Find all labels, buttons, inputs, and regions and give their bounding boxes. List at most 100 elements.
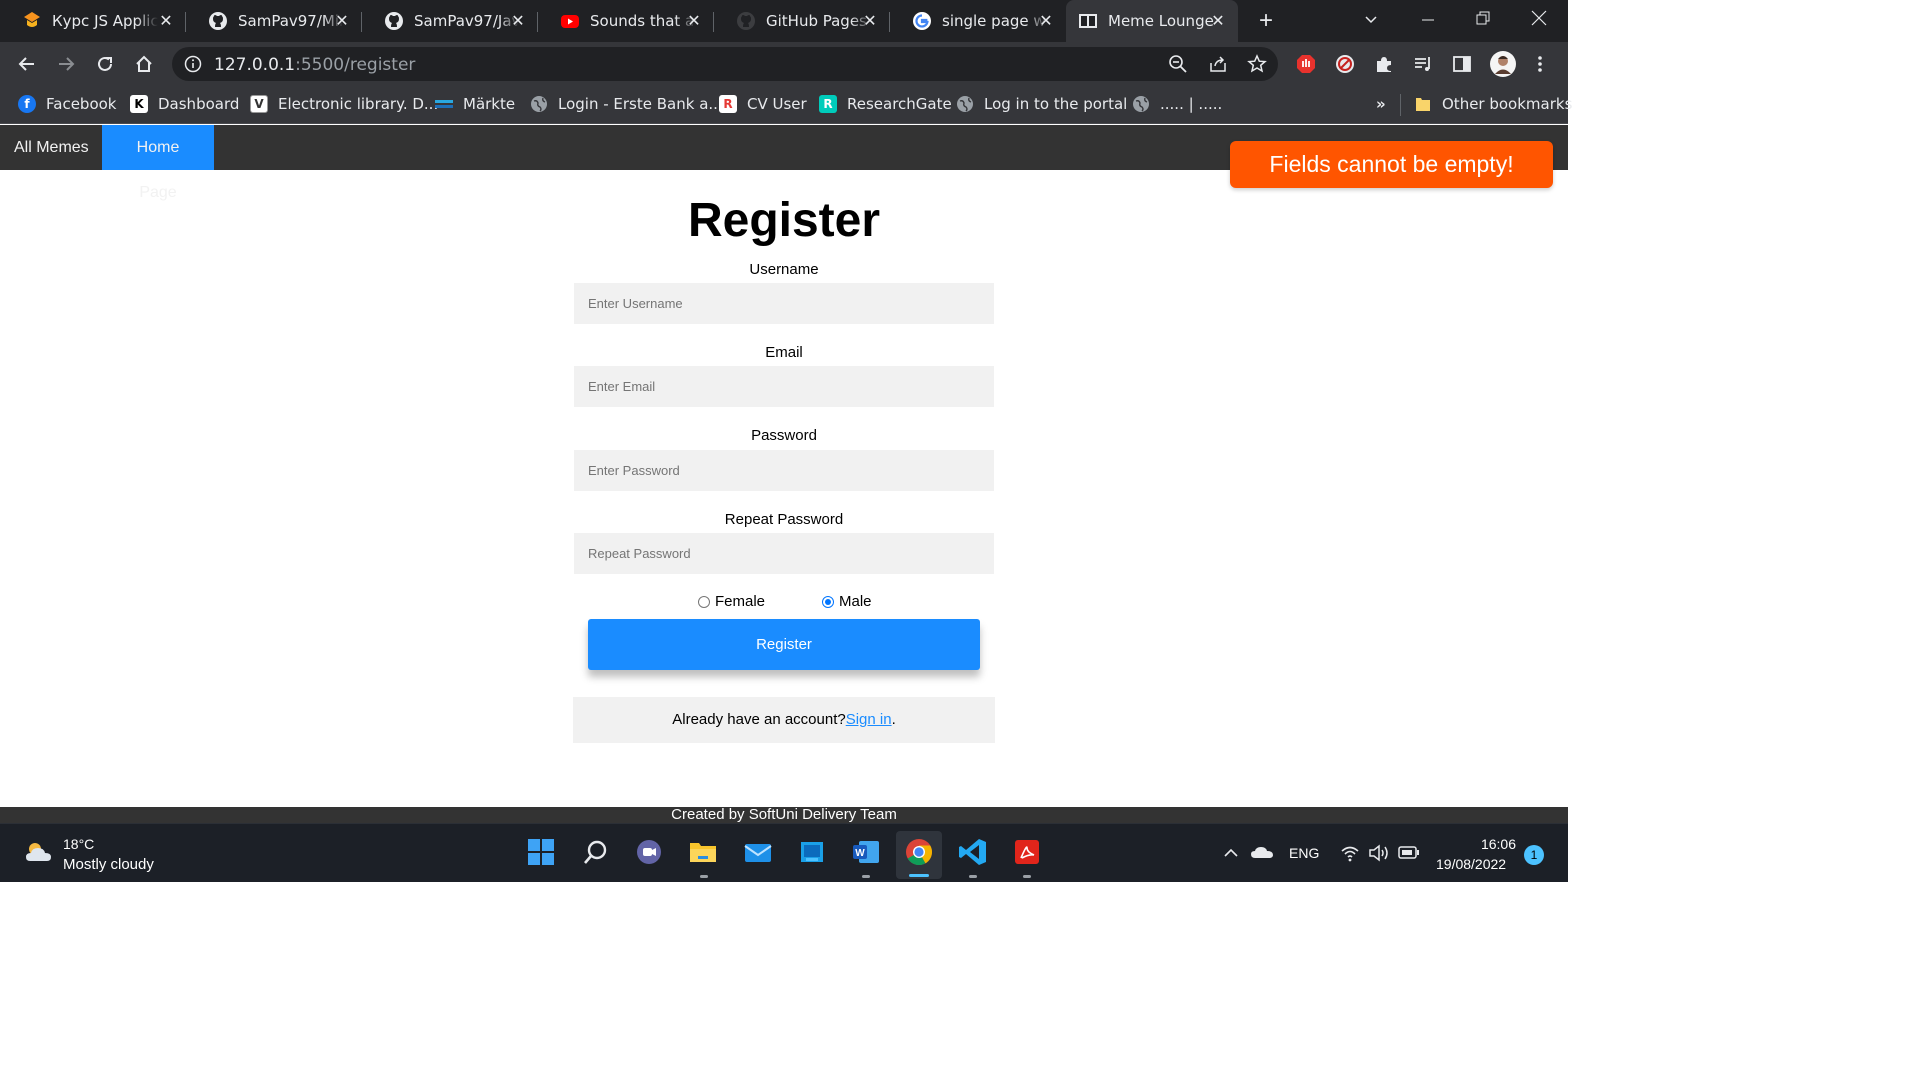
tab-search-icon[interactable]: [1361, 10, 1381, 30]
close-icon[interactable]: ✕: [1036, 11, 1056, 31]
browser-tab-active[interactable]: Meme Lounge ✕: [1066, 0, 1238, 42]
teams-chat-icon[interactable]: [633, 836, 665, 868]
browser-tab[interactable]: Sounds that at ✕: [538, 0, 714, 42]
tab-title: SamPav97/Java: [414, 12, 520, 30]
male-radio[interactable]: [822, 595, 834, 608]
bookmarks-overflow-button[interactable]: »: [1376, 93, 1386, 115]
minimize-icon[interactable]: [1418, 10, 1438, 30]
bookmark-facebook[interactable]: f Facebook: [18, 93, 116, 115]
gender-female-option[interactable]: Female: [698, 593, 765, 610]
bookmark-electronic-library[interactable]: V Electronic library. D...: [250, 93, 438, 115]
cloud-weather-icon[interactable]: [24, 839, 54, 865]
new-tab-icon[interactable]: +: [1254, 9, 1278, 33]
zoom-icon[interactable]: [1168, 54, 1188, 74]
word-icon[interactable]: W: [850, 836, 882, 868]
bookmark-dashboard[interactable]: K Dashboard: [130, 93, 239, 115]
bookmark-portal-login[interactable]: Log in to the portal: [956, 93, 1127, 115]
window-close-icon[interactable]: [1529, 8, 1549, 28]
weather-description[interactable]: Mostly cloudy: [63, 856, 154, 873]
bookmark-researchgate[interactable]: R ResearchGate: [819, 93, 952, 115]
email-label: Email: [765, 344, 803, 361]
back-icon[interactable]: [15, 52, 39, 76]
url-text[interactable]: 127.0.0.1:5500/register: [214, 55, 415, 75]
male-label: Male: [839, 593, 872, 610]
signin-prompt-text: Already have an account?: [672, 711, 846, 728]
password-input[interactable]: [574, 450, 994, 491]
username-label: Username: [749, 261, 819, 278]
menu-kebab-icon[interactable]: [1528, 52, 1552, 76]
bookmark-erste-login[interactable]: Login - Erste Bank a...: [530, 93, 723, 115]
chevron-up-icon[interactable]: [1222, 844, 1240, 862]
github-icon: [208, 11, 228, 31]
register-button[interactable]: Register: [588, 619, 980, 670]
error-notification[interactable]: Fields cannot be empty!: [1230, 141, 1553, 188]
onedrive-icon[interactable]: [1250, 842, 1274, 862]
page-title: Register: [687, 194, 881, 247]
username-input[interactable]: [574, 283, 994, 324]
globe-icon: [530, 95, 548, 113]
other-bookmarks[interactable]: Other bookmarks: [1414, 93, 1572, 115]
wifi-icon[interactable]: [1340, 843, 1360, 863]
bookmark-star-icon[interactable]: [1247, 54, 1267, 74]
k-icon: K: [130, 95, 148, 113]
battery-icon[interactable]: [1398, 845, 1420, 861]
reload-icon[interactable]: [93, 52, 117, 76]
privacy-extension-icon[interactable]: [1333, 52, 1357, 76]
mail-icon[interactable]: [742, 836, 774, 868]
forward-icon[interactable]: [54, 52, 78, 76]
browser-tab[interactable]: single page we ✕: [890, 0, 1066, 42]
clock-time[interactable]: 16:06: [1472, 836, 1516, 852]
share-icon[interactable]: [1208, 54, 1228, 74]
address-bar[interactable]: 127.0.0.1:5500/register: [172, 47, 1278, 81]
browser-tab-strip: Курс JS Applica ✕ SamPav97/Min ✕ SamPav9…: [0, 0, 1568, 42]
notification-badge[interactable]: 1: [1524, 845, 1544, 865]
close-icon[interactable]: ✕: [860, 11, 880, 31]
side-panel-icon[interactable]: [1450, 52, 1474, 76]
close-icon[interactable]: ✕: [332, 11, 352, 31]
close-icon[interactable]: ✕: [1208, 11, 1228, 31]
bookmark-cv-user[interactable]: R CV User: [719, 93, 807, 115]
password-label: Password: [751, 427, 817, 444]
bookmark-markte[interactable]: Märkte: [435, 93, 515, 115]
bookmark-dots[interactable]: ..... | .....: [1132, 93, 1222, 115]
restore-icon[interactable]: [1473, 8, 1493, 28]
extensions-icon[interactable]: [1372, 52, 1396, 76]
repeat-password-input[interactable]: [574, 533, 994, 574]
browser-tab[interactable]: GitHub Pages | ✕: [714, 0, 890, 42]
browser-tab[interactable]: SamPav97/Min ✕: [186, 0, 362, 42]
weather-temperature[interactable]: 18°C: [63, 836, 94, 852]
close-icon[interactable]: ✕: [508, 11, 528, 31]
adblock-extension-icon[interactable]: [1294, 52, 1318, 76]
info-icon[interactable]: [184, 55, 202, 73]
vscode-icon[interactable]: [957, 836, 989, 868]
close-icon[interactable]: ✕: [156, 11, 176, 31]
home-icon[interactable]: [132, 52, 156, 76]
browser-tab[interactable]: SamPav97/Java ✕: [362, 0, 538, 42]
volume-icon[interactable]: [1368, 843, 1390, 863]
nav-home-page[interactable]: Home Page: [102, 125, 214, 201]
tab-title: SamPav97/Min: [238, 12, 344, 30]
github-icon: [384, 11, 404, 31]
globe-icon: [1132, 95, 1150, 113]
file-explorer-icon[interactable]: [687, 836, 719, 868]
search-icon[interactable]: [580, 836, 612, 868]
media-queue-icon[interactable]: [1411, 52, 1435, 76]
web-page: All Memes Home Page Fields cannot be emp…: [0, 125, 1568, 823]
language-indicator[interactable]: ENG: [1289, 845, 1319, 861]
github-icon: [736, 11, 756, 31]
gender-male-option[interactable]: Male: [822, 593, 872, 610]
profile-avatar[interactable]: [1489, 50, 1517, 78]
close-icon[interactable]: ✕: [684, 11, 704, 31]
female-radio[interactable]: [698, 595, 710, 608]
r-icon: R: [719, 95, 737, 113]
chrome-icon[interactable]: [903, 836, 935, 868]
signin-link[interactable]: Sign in: [846, 711, 892, 728]
acrobat-icon[interactable]: [1011, 836, 1043, 868]
facebook-icon: f: [18, 95, 36, 113]
nav-all-memes[interactable]: All Memes: [0, 125, 103, 170]
browser-tab[interactable]: Курс JS Applica ✕: [0, 0, 186, 42]
windows-start-icon[interactable]: [525, 836, 557, 868]
clock-date[interactable]: 19/08/2022: [1436, 856, 1506, 872]
store-icon[interactable]: [796, 836, 828, 868]
email-input[interactable]: [574, 366, 994, 407]
